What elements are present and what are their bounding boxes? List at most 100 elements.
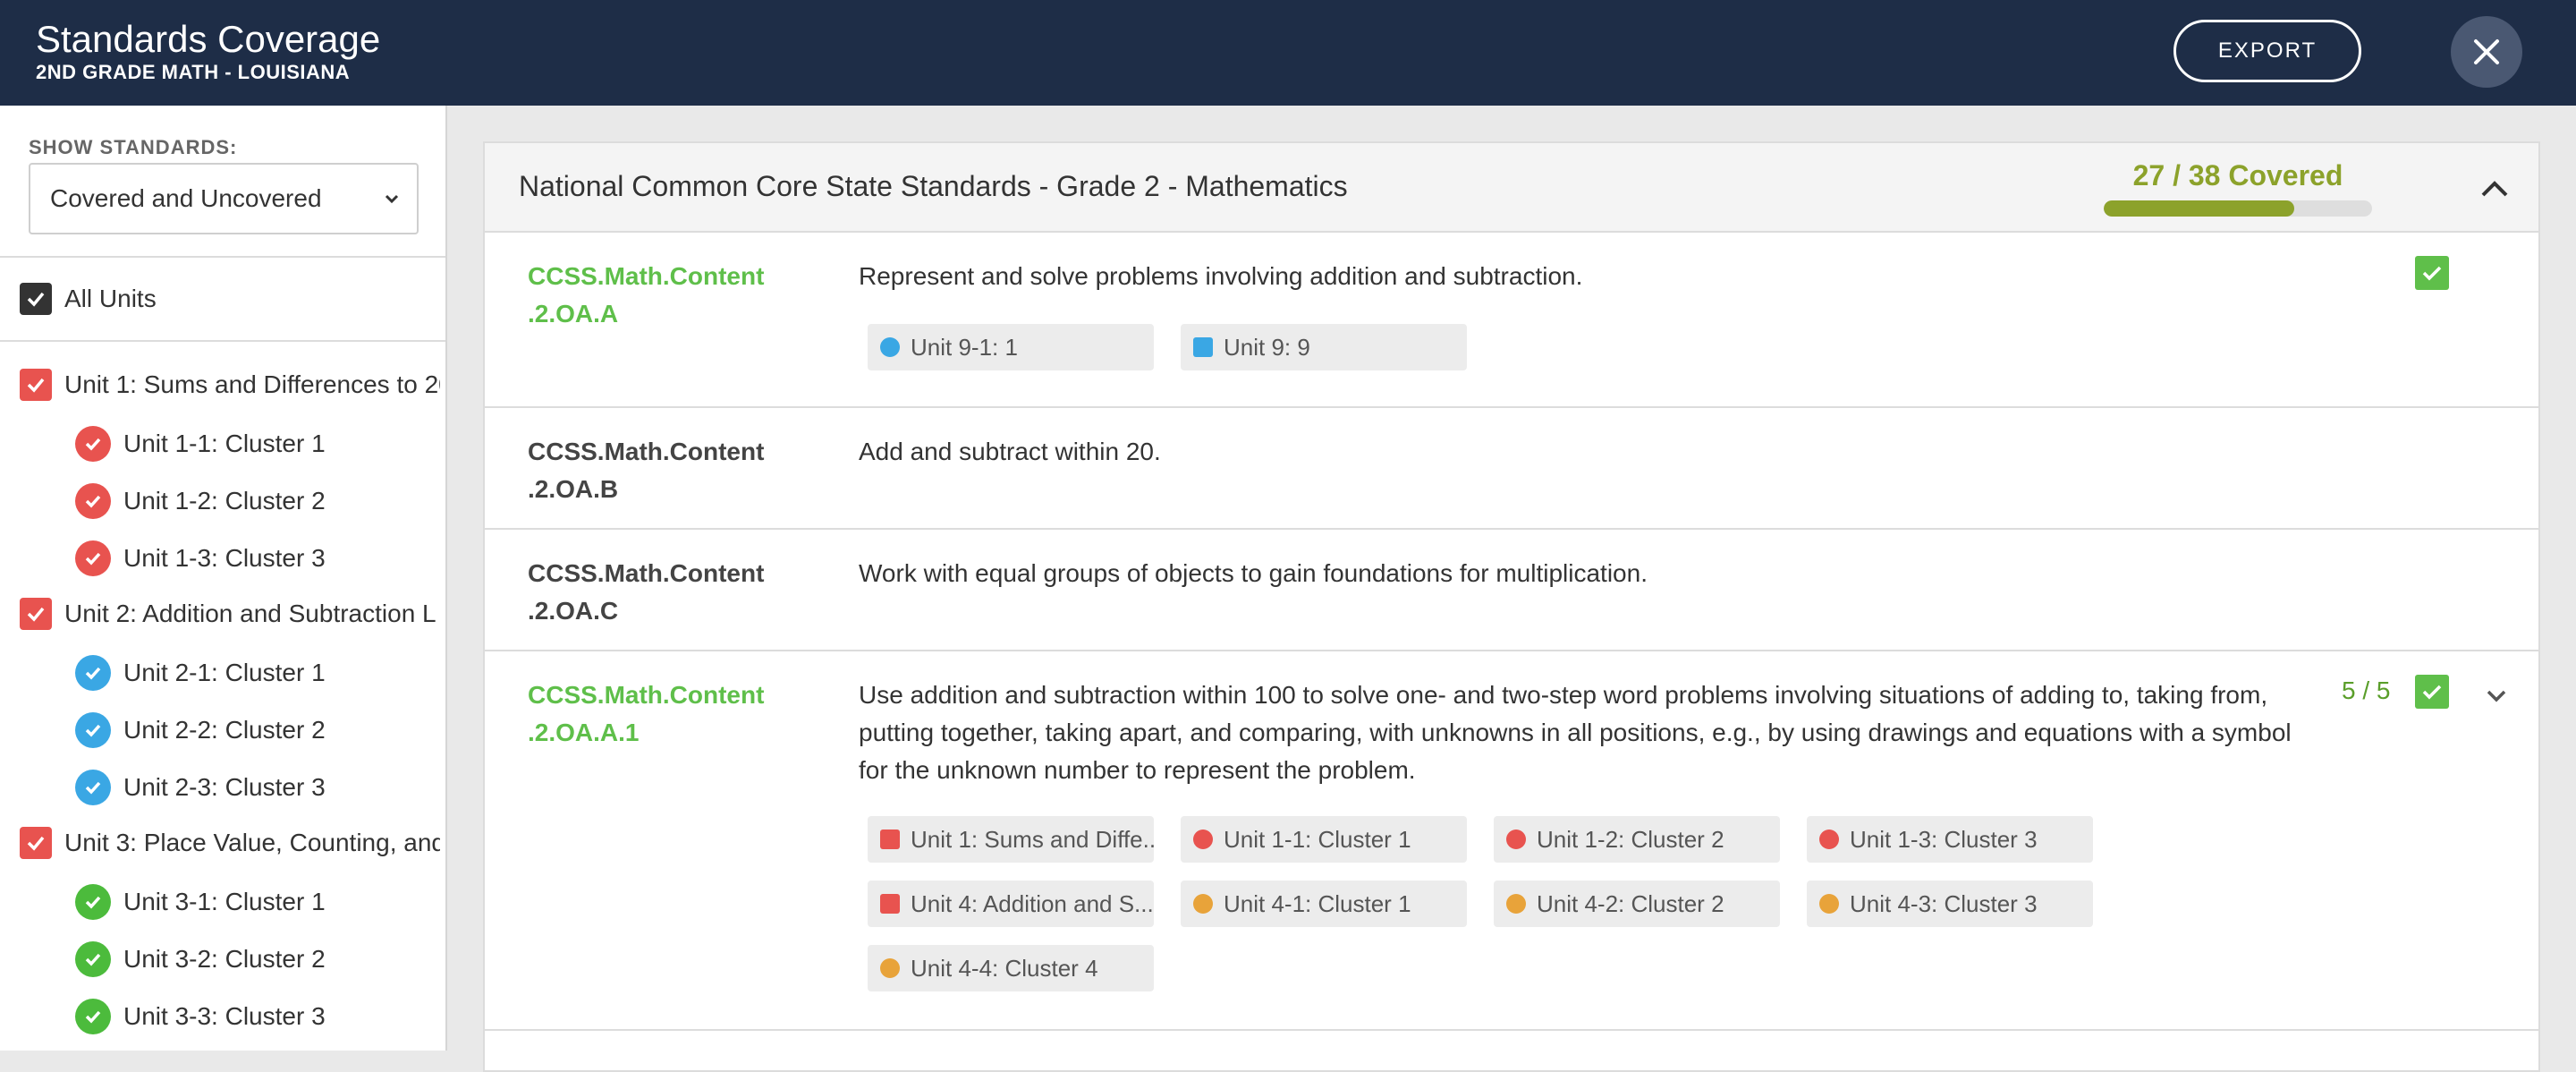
standards-card: National Common Core State Standards - G… — [483, 141, 2540, 1072]
cluster-label: Unit 3-3: Cluster 3 — [123, 1002, 326, 1030]
standard-code[interactable]: CCSS.Math.Content .2.OA.A.1 — [528, 676, 764, 752]
checkbox-checked-icon — [20, 369, 52, 401]
page-subtitle: 2ND GRADE MATH - LOUISIANA — [36, 61, 351, 83]
coverage-count: 5 / 5 — [2342, 676, 2391, 704]
sidebar: SHOW STANDARDS: Covered and Uncovered Al… — [0, 106, 447, 1051]
cluster-checkbox[interactable]: Unit 1-3: Cluster 3 — [75, 540, 326, 576]
unit-chip-label: Unit 1-3: Cluster 3 — [1850, 825, 2038, 853]
unit-label: Unit 2: Addition and Subtraction L — [64, 600, 436, 627]
covered-checkbox[interactable] — [2415, 675, 2449, 709]
cluster-checkbox[interactable]: Unit 3-1: Cluster 1 — [75, 884, 326, 920]
unit-chip-label: Unit 9-1: 1 — [911, 333, 1018, 361]
standard-description: Represent and solve problems involving a… — [859, 262, 1583, 290]
standards-filter-select[interactable]: Covered and Uncovered — [29, 163, 419, 234]
standard-description: Use addition and subtraction within 100 … — [859, 676, 2292, 789]
standard-description-line: for the unknown number to represent the … — [859, 756, 1416, 784]
standard-description: Work with equal groups of objects to gai… — [859, 559, 1648, 587]
chevron-up-icon[interactable] — [2479, 174, 2510, 204]
coverage-progress-fill — [2104, 200, 2294, 217]
cluster-checkbox[interactable]: Unit 2-2: Cluster 2 — [75, 712, 326, 748]
sidebar-divider — [0, 256, 445, 258]
checkbox-checked-icon — [20, 283, 52, 315]
standard-code-line: .2.OA.B — [528, 475, 619, 503]
close-button[interactable] — [2451, 16, 2522, 88]
check-circle-icon — [75, 426, 111, 462]
cluster-dot-icon — [880, 958, 900, 978]
unit-chip-label: Unit 4-2: Cluster 2 — [1537, 889, 1724, 917]
unit-chip[interactable]: Unit 1-1: Cluster 1 — [1181, 816, 1467, 863]
standard-code[interactable]: CCSS.Math.Content .2.OA.C — [528, 555, 764, 630]
unit-chip-label: Unit 9: 9 — [1224, 333, 1310, 361]
unit-chip-label: Unit 1-2: Cluster 2 — [1537, 825, 1724, 853]
check-circle-icon — [75, 941, 111, 977]
cluster-dot-icon — [1506, 894, 1526, 914]
unit-chip[interactable]: Unit 4-1: Cluster 1 — [1181, 881, 1467, 927]
standards-set-title: National Common Core State Standards - G… — [519, 170, 1348, 202]
cluster-label: Unit 2-2: Cluster 2 — [123, 716, 326, 744]
chevron-down-icon — [385, 194, 399, 204]
coverage-summary: 27 / 38 Covered — [2132, 159, 2343, 191]
coverage-progress-bar — [2104, 200, 2372, 217]
cluster-checkbox[interactable]: Unit 3-2: Cluster 2 — [75, 941, 326, 977]
unit-checkbox[interactable]: Unit 3: Place Value, Counting, and — [20, 827, 440, 859]
standard-description-line: Use addition and subtraction within 100 … — [859, 681, 2268, 709]
check-circle-icon — [75, 712, 111, 748]
standard-code-line: CCSS.Math.Content — [528, 559, 765, 587]
standard-code-line: CCSS.Math.Content — [528, 681, 765, 709]
unit-chip-label: Unit 1-1: Cluster 1 — [1224, 825, 1411, 853]
standard-row: CCSS.Math.Content .2.OA.C Work with equa… — [485, 530, 2538, 651]
cluster-label: Unit 3-1: Cluster 1 — [123, 888, 326, 915]
all-units-checkbox[interactable]: All Units — [20, 283, 157, 315]
unit-chip[interactable]: Unit 4-4: Cluster 4 — [868, 945, 1154, 991]
standards-card-header[interactable]: National Common Core State Standards - G… — [485, 143, 2538, 233]
unit-chip[interactable]: Unit 1: Sums and Diffe... — [868, 816, 1154, 863]
unit-chip[interactable]: Unit 9: 9 — [1181, 324, 1467, 370]
checkmark-icon — [2422, 266, 2442, 281]
page-title: Standards Coverage — [36, 18, 381, 60]
cluster-checkbox[interactable]: Unit 1-1: Cluster 1 — [75, 426, 326, 462]
unit-chip-label: Unit 4-3: Cluster 3 — [1850, 889, 2038, 917]
cluster-label: Unit 1-1: Cluster 1 — [123, 430, 326, 457]
cluster-dot-icon — [1819, 894, 1839, 914]
standard-code-line: CCSS.Math.Content — [528, 262, 765, 290]
cluster-dot-icon — [1193, 894, 1213, 914]
standard-code[interactable]: CCSS.Math.Content .2.OA.A — [528, 258, 764, 333]
standard-description-line: putting together, taking apart, and comp… — [859, 719, 2292, 746]
unit-chip[interactable]: Unit 4: Addition and S... — [868, 881, 1154, 927]
cluster-checkbox[interactable]: Unit 2-3: Cluster 3 — [75, 770, 326, 805]
standard-row: CCSS.Math.Content .2.OA.A Represent and … — [485, 233, 2538, 408]
unit-label: Unit 1: Sums and Differences to 20 — [64, 370, 440, 398]
unit-chip[interactable]: Unit 1-3: Cluster 3 — [1807, 816, 2093, 863]
cluster-dot-icon — [1193, 830, 1213, 849]
unit-checkbox[interactable]: Unit 1: Sums and Differences to 20 — [20, 369, 440, 401]
cluster-checkbox[interactable]: Unit 1-2: Cluster 2 — [75, 483, 326, 519]
standard-code[interactable]: CCSS.Math.Content .2.OA.B — [528, 433, 764, 508]
covered-checkbox[interactable] — [2415, 256, 2449, 290]
standard-code-line: .2.OA.A.1 — [528, 719, 640, 746]
standard-code-line: .2.OA.A — [528, 300, 619, 328]
chevron-down-icon[interactable] — [2483, 682, 2510, 709]
cluster-checkbox[interactable]: Unit 3-3: Cluster 3 — [75, 999, 326, 1034]
standard-description: Add and subtract within 20. — [859, 438, 1161, 465]
cluster-dot-icon — [1819, 830, 1839, 849]
unit-label: Unit 3: Place Value, Counting, and — [64, 829, 440, 856]
check-circle-icon — [75, 770, 111, 805]
unit-square-icon — [880, 830, 900, 849]
unit-checkbox[interactable]: Unit 2: Addition and Subtraction L — [20, 598, 440, 630]
close-icon — [2474, 39, 2499, 64]
unit-chip[interactable]: Unit 4-3: Cluster 3 — [1807, 881, 2093, 927]
standards-filter-value: Covered and Uncovered — [50, 184, 322, 212]
unit-chip[interactable]: Unit 4-2: Cluster 2 — [1494, 881, 1780, 927]
checkbox-checked-icon — [20, 827, 52, 859]
cluster-label: Unit 2-3: Cluster 3 — [123, 773, 326, 801]
unit-chip[interactable]: Unit 1-2: Cluster 2 — [1494, 816, 1780, 863]
unit-chip-label: Unit 4-4: Cluster 4 — [911, 954, 1098, 982]
export-button[interactable]: EXPORT — [2174, 20, 2361, 82]
checkmark-icon — [2422, 685, 2442, 700]
cluster-label: Unit 1-2: Cluster 2 — [123, 487, 326, 515]
app-header: Standards Coverage 2ND GRADE MATH - LOUI… — [0, 0, 2576, 106]
cluster-checkbox[interactable]: Unit 2-1: Cluster 1 — [75, 655, 326, 691]
unit-chip[interactable]: Unit 9-1: 1 — [868, 324, 1154, 370]
check-circle-icon — [75, 540, 111, 576]
checkbox-checked-icon — [20, 598, 52, 630]
